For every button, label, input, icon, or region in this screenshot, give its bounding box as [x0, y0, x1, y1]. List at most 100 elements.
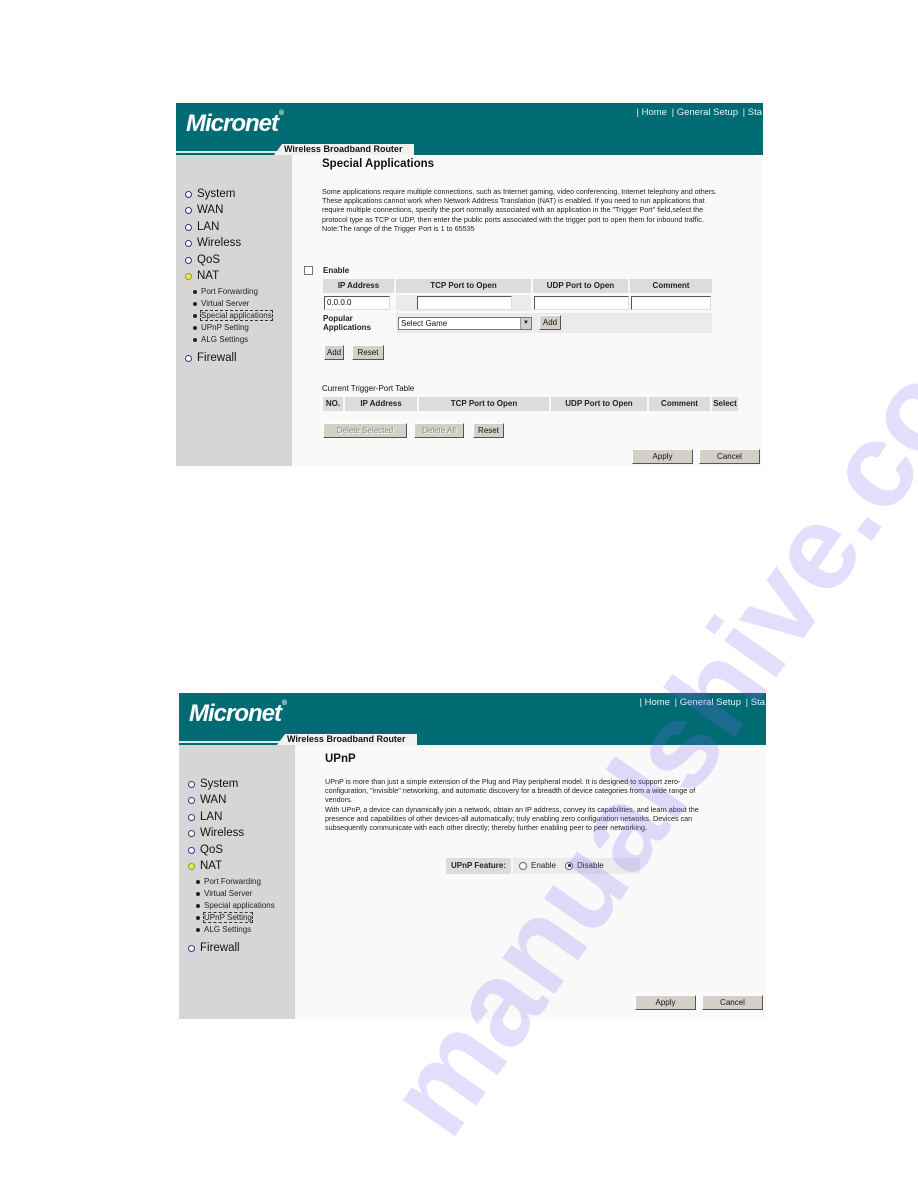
tcp-port-input[interactable] — [417, 296, 512, 310]
sidebar-item-wan[interactable]: WAN — [185, 203, 223, 217]
circle-icon — [188, 846, 195, 854]
udp-port-input[interactable] — [534, 296, 629, 310]
circle-icon — [185, 206, 192, 214]
subitem-label: Port Forwarding — [201, 287, 258, 296]
sidebar-item-firewall[interactable]: Firewall — [185, 351, 237, 365]
circle-icon — [188, 829, 195, 837]
trigger-table-title: Current Trigger-Port Table — [322, 384, 415, 393]
subitem-label: Virtual Server — [204, 889, 253, 898]
sidebar-subitem-upnp-setting[interactable]: UPnP Setting — [193, 322, 249, 333]
sidebar-item-label: LAN — [197, 221, 220, 233]
description-line: subsequently communicate with each other… — [325, 823, 648, 833]
subitem-label: UPnP Setting — [201, 323, 249, 332]
description: UPnP is more than just a simple extensio… — [325, 777, 766, 832]
sidebar-subitem-special-applications[interactable]: Special applications — [193, 310, 273, 321]
sidebar-item-label: NAT — [200, 860, 223, 872]
sidebar-subitem-port-forwarding[interactable]: Port Forwarding — [196, 876, 261, 887]
nav-link-home[interactable]: | Home — [637, 107, 667, 118]
upnp-disable-option[interactable]: Disable — [565, 861, 604, 870]
radio-unchecked-icon[interactable] — [519, 861, 527, 870]
sidebar-item-label: System — [197, 188, 236, 200]
delete-all-button[interactable]: Delete All — [414, 423, 464, 438]
upnp-enable-option[interactable]: Enable — [519, 861, 556, 870]
header-bar: Micronet® Wireless Broadband Router | Ho… — [176, 103, 763, 155]
nav-link-status[interactable]: | Sta — [743, 107, 762, 118]
nav-link-home[interactable]: | Home — [640, 697, 670, 708]
bullet-icon — [196, 879, 200, 884]
sidebar-subitem-virtual-server[interactable]: Virtual Server — [196, 888, 252, 899]
circle-icon — [188, 780, 195, 788]
description-line: presence and capabilities of other devic… — [325, 813, 693, 823]
col-comment: Comment — [649, 397, 710, 411]
circle-active-icon — [188, 862, 195, 870]
col-ip-address: IP Address — [345, 397, 417, 411]
bullet-icon — [193, 289, 197, 294]
circle-icon — [185, 223, 192, 231]
sidebar-subitem-virtual-server[interactable]: Virtual Server — [193, 298, 249, 309]
option-label: Enable — [531, 861, 556, 870]
sidebar-item-system[interactable]: System — [185, 187, 235, 201]
top-nav: | Home | General Setup | Sta — [639, 697, 766, 708]
sidebar-item-qos[interactable]: QoS — [188, 843, 223, 857]
description-line: Some applications require multiple conne… — [322, 187, 717, 196]
sidebar-item-nat[interactable]: NAT — [188, 859, 222, 873]
ip-address-input[interactable]: 0.0.0.0 — [324, 296, 390, 310]
enable-checkbox[interactable] — [304, 266, 313, 275]
sidebar-item-system[interactable]: System — [188, 777, 238, 791]
sidebar-subitem-upnp-setting[interactable]: UPnP Setting — [196, 912, 253, 923]
sidebar-item-qos[interactable]: QoS — [185, 253, 220, 267]
description-line: UPnP is more than just a simple extensio… — [325, 777, 681, 786]
sidebar-item-firewall[interactable]: Firewall — [188, 941, 240, 955]
apply-button[interactable]: Apply — [635, 995, 696, 1010]
sidebar-item-wan[interactable]: WAN — [188, 793, 226, 807]
popular-add-button[interactable]: Add — [539, 315, 561, 330]
popular-applications-select[interactable]: Select Game ▼ — [398, 317, 532, 330]
bullet-icon — [193, 325, 197, 330]
page-title: Special Applications — [322, 158, 435, 170]
chevron-down-icon: ▼ — [520, 318, 531, 329]
nav-link-general-setup[interactable]: | General Setup — [675, 697, 741, 708]
micronet-logo: Micronet® — [189, 700, 287, 728]
sidebar-item-label: Wireless — [200, 827, 245, 839]
sidebar-subitem-special-applications[interactable]: Special applications — [196, 900, 275, 911]
cancel-button[interactable]: Cancel — [699, 449, 760, 464]
circle-icon — [185, 354, 192, 362]
sidebar-item-label: Wireless — [197, 237, 242, 249]
brand-name: Micronet — [186, 110, 279, 137]
table-reset-button[interactable]: Reset — [473, 423, 504, 438]
circle-icon — [185, 190, 192, 198]
sidebar-subitem-alg-settings[interactable]: ALG Settings — [193, 334, 248, 345]
nav-link-status[interactable]: | Sta — [746, 697, 765, 708]
sidebar-item-label: NAT — [197, 270, 220, 282]
header-tcp-port: TCP Port to Open — [396, 279, 531, 293]
cancel-button[interactable]: Cancel — [702, 995, 763, 1010]
header-udp-port: UDP Port to Open — [533, 279, 628, 293]
sidebar-item-lan[interactable]: LAN — [185, 220, 219, 234]
sidebar-subitem-alg-settings[interactable]: ALG Settings — [196, 924, 251, 935]
add-button[interactable]: Add — [324, 345, 344, 360]
subitem-label: Virtual Server — [201, 299, 250, 308]
description-line: Note:The range of the Trigger Port is 1 … — [322, 223, 475, 233]
comment-input[interactable] — [631, 296, 711, 310]
brand-name: Micronet — [189, 700, 282, 727]
select-value: Select Game — [401, 319, 448, 328]
sidebar-item-wireless[interactable]: Wireless — [185, 236, 241, 250]
delete-selected-button[interactable]: Delete Selected — [323, 423, 407, 438]
reset-button[interactable]: Reset — [352, 345, 384, 360]
bullet-icon — [196, 903, 200, 908]
bullet-icon — [196, 915, 200, 920]
sidebar-item-lan[interactable]: LAN — [188, 810, 222, 824]
brand-mark: ® — [279, 110, 284, 117]
circle-icon — [188, 944, 195, 952]
product-tag: Wireless Broadband Router — [274, 144, 414, 155]
sidebar-item-nat[interactable]: NAT — [185, 269, 219, 283]
sidebar-subitem-port-forwarding[interactable]: Port Forwarding — [193, 286, 258, 297]
apply-button[interactable]: Apply — [632, 449, 693, 464]
subitem-label: ALG Settings — [201, 335, 249, 344]
subitem-label: Special applications — [200, 310, 273, 321]
main-content: UPnP UPnP is more than just a simple ext… — [295, 745, 766, 1019]
radio-checked-icon[interactable] — [565, 861, 573, 870]
sidebar-item-wireless[interactable]: Wireless — [188, 826, 244, 840]
nav-link-general-setup[interactable]: | General Setup — [672, 107, 738, 118]
upnp-screenshot: Micronet® Wireless Broadband Router | Ho… — [179, 693, 766, 1019]
